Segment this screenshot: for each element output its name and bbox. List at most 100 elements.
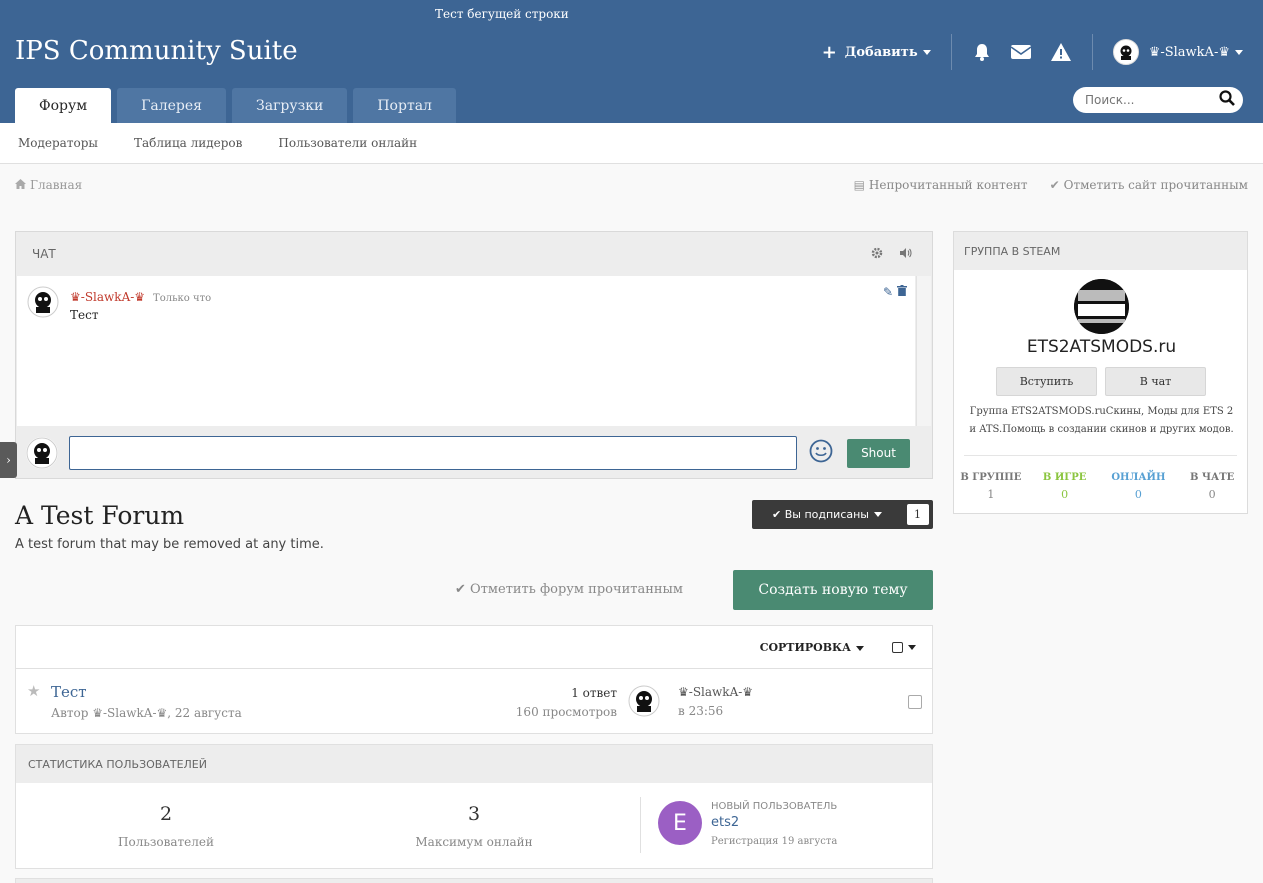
steam-stat-value: 1 bbox=[987, 488, 995, 501]
steam-description: Группа ETS2ATSMODS.ruСкины, Моды для ETS… bbox=[969, 406, 1234, 435]
search-box bbox=[1073, 87, 1243, 113]
username: ♛-SlawkA-♛ bbox=[1148, 44, 1230, 60]
stat-users-value: 2 bbox=[159, 803, 173, 825]
tab-downloads[interactable]: Загрузки bbox=[232, 88, 348, 123]
steam-stat-online: ОНЛАЙН 0 bbox=[1102, 472, 1176, 501]
chat-button[interactable]: В чат bbox=[1105, 367, 1206, 396]
sort-label: СОРТИРОВКА bbox=[759, 640, 851, 654]
check-icon: ✔ bbox=[455, 582, 466, 597]
stat-max-online: 3 Максимум онлайн bbox=[324, 803, 624, 849]
last-post-author[interactable]: ♛-SlawkA-♛ bbox=[678, 685, 753, 699]
topic-meta: Автор ♛-SlawkA-♛, 22 августа bbox=[51, 706, 242, 720]
add-button[interactable]: + Добавить bbox=[822, 42, 951, 63]
avatar bbox=[27, 286, 59, 318]
steam-stat-value: 0 bbox=[1208, 488, 1216, 501]
select-all-dropdown[interactable] bbox=[892, 641, 916, 653]
steam-stat-label: В ЧАТЕ bbox=[1189, 472, 1235, 483]
search-input[interactable] bbox=[1085, 93, 1205, 107]
sidebar-toggle[interactable]: › bbox=[0, 442, 17, 478]
sub-navigation: Модераторы Таблица лидеров Пользователи … bbox=[0, 123, 1263, 164]
mark-site-label: Отметить сайт прочитанным bbox=[1063, 178, 1248, 192]
stat-max-value: 3 bbox=[467, 803, 481, 825]
steam-stat-inchat: В ЧАТЕ 0 bbox=[1175, 472, 1249, 501]
newest-member: E НОВЫЙ ПОЛЬЗОВАТЕЛЬ ets2 Регистрация 19… bbox=[658, 801, 837, 847]
chat-input[interactable] bbox=[69, 436, 797, 470]
message-tools: ✎ bbox=[883, 285, 907, 299]
steam-group-logo[interactable] bbox=[1074, 279, 1129, 334]
follower-count-value: 1 bbox=[906, 504, 929, 525]
forum-description: A test forum that may be removed at any … bbox=[15, 537, 324, 552]
chat-author[interactable]: ♛-SlawkA-♛ bbox=[70, 290, 145, 304]
sort-dropdown[interactable]: СОРТИРОВКА bbox=[760, 641, 864, 654]
quick-links: ▤ Непрочитанный контент ✔ Отметить сайт пр… bbox=[854, 178, 1248, 192]
search-icon[interactable] bbox=[1219, 90, 1235, 110]
tab-portal[interactable]: Портал bbox=[353, 88, 456, 123]
steam-group-name[interactable]: ETS2ATSMODS.ru bbox=[954, 337, 1249, 357]
steam-stat-members: В ГРУППЕ 1 bbox=[954, 472, 1028, 501]
steam-group-widget: ГРУППА В STEAM ETS2ATSMODS.ru Вступить В… bbox=[953, 231, 1248, 514]
newspaper-icon: ▤ bbox=[853, 178, 865, 192]
table-row: ★ Тест Автор ♛-SlawkA-♛, 22 августа 1 от… bbox=[16, 669, 932, 734]
stat-max-label: Максимум онлайн bbox=[415, 835, 533, 849]
follower-count[interactable]: 1 bbox=[902, 500, 933, 529]
follow-button[interactable]: ✔ Вы подписаны bbox=[752, 500, 902, 529]
breadcrumb-home[interactable]: Главная bbox=[30, 178, 82, 192]
mark-forum-read-link[interactable]: ✔ Отметить форум прочитанным bbox=[455, 582, 683, 597]
mark-forum-read-label: Отметить форум прочитанным bbox=[470, 582, 683, 597]
chat-scrollbar[interactable] bbox=[916, 276, 931, 426]
gear-icon[interactable] bbox=[871, 247, 883, 262]
row-checkbox[interactable] bbox=[908, 695, 922, 709]
follow-label: Вы подписаны bbox=[784, 508, 869, 521]
steam-stat-label: В ИГРЕ bbox=[1042, 472, 1087, 483]
subnav-leaderboard[interactable]: Таблица лидеров bbox=[134, 136, 242, 150]
marquee-text: Тест бегущей строки bbox=[435, 7, 569, 21]
divider bbox=[964, 455, 1237, 456]
steam-title: ГРУППА В STEAM bbox=[954, 232, 1247, 270]
edit-icon[interactable]: ✎ bbox=[883, 285, 893, 299]
chatbox: ЧАТ ♛-SlawkA-♛ Только что Тест ✎ Shout bbox=[15, 231, 933, 479]
check-icon: ✔ bbox=[1049, 178, 1060, 192]
user-stats: СТАТИСТИКА ПОЛЬЗОВАТЕЛЕЙ 2 Пользователей… bbox=[15, 744, 933, 869]
tab-forum[interactable]: Форум bbox=[15, 88, 112, 123]
topic-views: 160 просмотров bbox=[515, 705, 617, 719]
unread-content-link[interactable]: ▤ Непрочитанный контент bbox=[854, 178, 1028, 192]
new-topic-button[interactable]: Создать новую тему bbox=[733, 570, 933, 610]
stats-title: СТАТИСТИКА ПОЛЬЗОВАТЕЛЕЙ bbox=[16, 745, 932, 783]
chevron-down-icon bbox=[856, 645, 864, 651]
main-nav-tabs: Форум Галерея Загрузки Портал bbox=[15, 88, 456, 123]
tab-gallery[interactable]: Галерея bbox=[117, 88, 227, 123]
site-title[interactable]: IPS Community Suite bbox=[15, 36, 298, 66]
steam-stat-label: В ГРУППЕ bbox=[960, 472, 1022, 483]
join-button[interactable]: Вступить bbox=[996, 367, 1097, 396]
last-post-time[interactable]: в 23:56 bbox=[678, 704, 753, 718]
chevron-down-icon bbox=[908, 644, 916, 650]
volume-icon[interactable] bbox=[899, 247, 912, 262]
newest-heading: НОВЫЙ ПОЛЬЗОВАТЕЛЬ bbox=[711, 801, 838, 812]
shout-button[interactable]: Shout bbox=[847, 438, 910, 468]
chat-header: ЧАТ bbox=[16, 232, 932, 276]
chat-title: ЧАТ bbox=[32, 247, 56, 261]
trash-icon[interactable] bbox=[897, 285, 907, 299]
chevron-down-icon bbox=[873, 512, 882, 517]
topic-title[interactable]: Тест bbox=[51, 683, 87, 701]
bell-icon[interactable] bbox=[972, 42, 992, 62]
user-menu[interactable]: ♛-SlawkA-♛ bbox=[1093, 39, 1243, 65]
stat-users: 2 Пользователей bbox=[16, 803, 316, 849]
warning-icon[interactable] bbox=[1050, 42, 1072, 62]
mark-site-read-link[interactable]: ✔ Отметить сайт прочитанным bbox=[1050, 178, 1248, 192]
newest-username[interactable]: ets2 bbox=[711, 815, 837, 830]
avatar[interactable] bbox=[628, 685, 660, 717]
smiley-icon[interactable] bbox=[809, 439, 833, 467]
envelope-icon[interactable] bbox=[1010, 43, 1032, 61]
divider bbox=[640, 797, 641, 853]
chat-message: ♛-SlawkA-♛ Только что Тест bbox=[27, 286, 211, 322]
page-title: A Test Forum bbox=[15, 501, 185, 530]
topic-replies: 1 ответ bbox=[571, 686, 617, 700]
add-label: Добавить bbox=[844, 44, 918, 60]
chat-input-row: Shout bbox=[16, 428, 932, 478]
avatar[interactable]: E bbox=[658, 801, 702, 845]
chat-time: Только что bbox=[153, 293, 212, 304]
subnav-moderators[interactable]: Модераторы bbox=[18, 136, 98, 150]
check-icon: ✔ bbox=[772, 508, 785, 521]
subnav-online-users[interactable]: Пользователи онлайн bbox=[278, 136, 417, 150]
